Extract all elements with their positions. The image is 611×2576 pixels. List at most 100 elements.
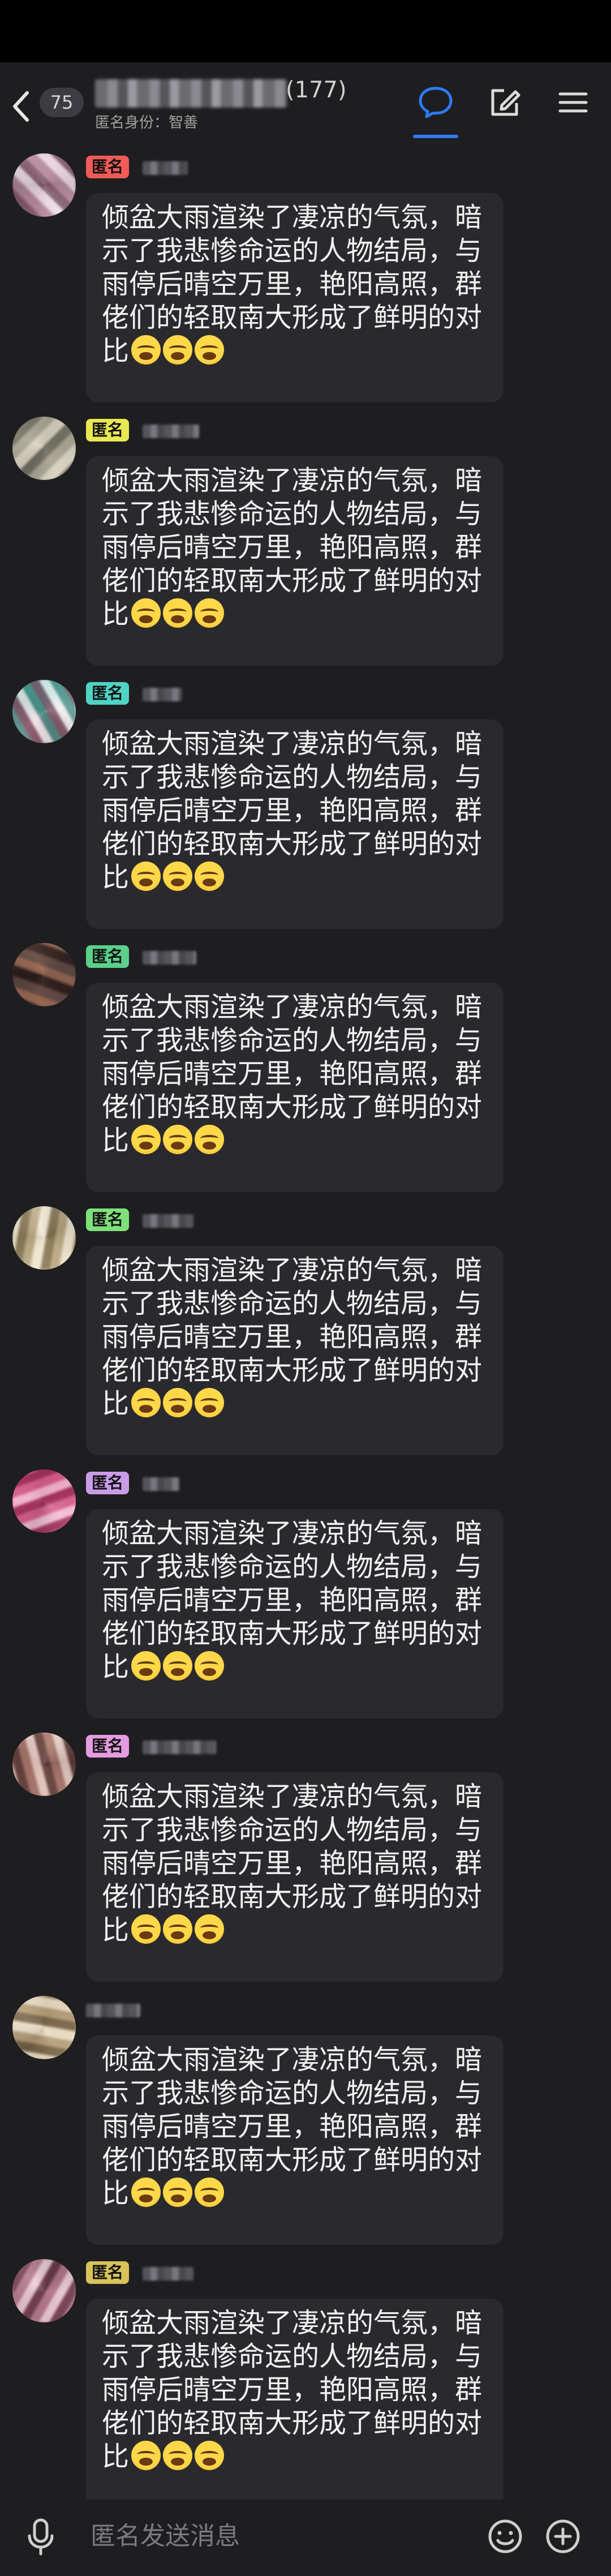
menu-icon xyxy=(558,92,588,113)
crying-face-emoji xyxy=(131,335,161,365)
avatar[interactable] xyxy=(12,1206,76,1270)
group-name xyxy=(95,79,287,108)
avatar[interactable] xyxy=(12,1733,76,1796)
crying-face-emoji xyxy=(163,2441,193,2470)
chat-tab[interactable] xyxy=(416,83,455,122)
anonymous-tag: 匿名 xyxy=(86,682,130,705)
input-bar: 匿名发送消息 xyxy=(0,2500,611,2576)
crying-face-emoji xyxy=(131,1388,161,1417)
crying-face-emoji xyxy=(195,861,225,891)
message-text: 倾盆大雨渲染了凄凉的气氛，暗示了我悲惨命运的人物结局，与雨停后晴空万里，艳阳高照… xyxy=(102,2044,483,2209)
nickname xyxy=(143,1477,179,1491)
crying-face-emoji xyxy=(195,2178,225,2207)
unread-count-badge[interactable]: 75 xyxy=(40,88,84,117)
crying-face-emoji xyxy=(131,1651,161,1681)
anonymous-tag: 匿名 xyxy=(86,1735,130,1758)
message-text: 倾盆大雨渲染了凄凉的气氛，暗示了我悲惨命运的人物结局，与雨停后晴空万里，艳阳高照… xyxy=(102,465,483,630)
emoji-icon xyxy=(488,2519,522,2553)
nickname xyxy=(143,951,196,965)
nickname xyxy=(143,1741,216,1754)
nickname xyxy=(143,161,188,175)
message-input[interactable]: 匿名发送消息 xyxy=(91,2515,464,2557)
emoji-button[interactable] xyxy=(485,2517,525,2556)
active-tab-indicator xyxy=(413,135,458,138)
anonymous-tag: 匿名 xyxy=(86,1208,130,1231)
crying-face-emoji xyxy=(131,2178,161,2207)
nickname xyxy=(143,425,199,438)
anonymous-tag: 匿名 xyxy=(86,2261,130,2284)
more-button[interactable] xyxy=(543,2517,583,2556)
microphone-icon xyxy=(28,2518,54,2556)
message-text: 倾盆大雨渲染了凄凉的气氛，暗示了我悲惨命运的人物结局，与雨停后晴空万里，艳阳高照… xyxy=(102,991,483,1156)
avatar[interactable] xyxy=(12,153,76,217)
avatar[interactable] xyxy=(12,680,76,743)
chevron-left-icon xyxy=(13,91,29,122)
message-bubble[interactable]: 倾盆大雨渲染了凄凉的气氛，暗示了我悲惨命运的人物结局，与雨停后晴空万里，艳阳高照… xyxy=(86,1772,504,1982)
message-text: 倾盆大雨渲染了凄凉的气氛，暗示了我悲惨命运的人物结局，与雨停后晴空万里，艳阳高照… xyxy=(102,728,483,893)
crying-face-emoji xyxy=(163,861,193,891)
message-bubble[interactable]: 倾盆大雨渲染了凄凉的气氛，暗示了我悲惨命运的人物结局，与雨停后晴空万里，艳阳高照… xyxy=(86,983,504,1192)
nickname xyxy=(143,2267,193,2281)
message-text: 倾盆大雨渲染了凄凉的气氛，暗示了我悲惨命运的人物结局，与雨停后晴空万里，艳阳高照… xyxy=(102,1254,483,1420)
crying-face-emoji xyxy=(195,335,225,365)
member-count: (177) xyxy=(286,77,347,103)
avatar[interactable] xyxy=(12,943,76,1006)
crying-face-emoji xyxy=(195,598,225,628)
message-bubble[interactable]: 倾盆大雨渲染了凄凉的气氛，暗示了我悲惨命运的人物结局，与雨停后晴空万里，艳阳高照… xyxy=(86,1246,504,1455)
chat-bubble-icon xyxy=(419,87,453,118)
anonymous-identity: 匿名身份：智善 xyxy=(95,114,199,131)
avatar[interactable] xyxy=(12,2259,76,2322)
message-bubble[interactable]: 倾盆大雨渲染了凄凉的气氛，暗示了我悲惨命运的人物结局，与雨停后晴空万里，艳阳高照… xyxy=(86,193,504,402)
status-bar xyxy=(0,0,611,62)
crying-face-emoji xyxy=(195,2441,225,2470)
plus-icon xyxy=(546,2519,580,2553)
message-bubble[interactable]: 倾盆大雨渲染了凄凉的气氛，暗示了我悲惨命运的人物结局，与雨停后晴空万里，艳阳高照… xyxy=(86,1509,504,1718)
crying-face-emoji xyxy=(163,2178,193,2207)
crying-face-emoji xyxy=(163,598,193,628)
avatar[interactable] xyxy=(12,1996,76,2059)
crying-face-emoji xyxy=(131,1914,161,1944)
crying-face-emoji xyxy=(195,1651,225,1681)
chat-header: 75 (177) 匿名身份：智善 xyxy=(0,62,611,146)
crying-face-emoji xyxy=(163,1388,193,1417)
nickname xyxy=(143,688,182,701)
crying-face-emoji xyxy=(163,1914,193,1944)
message-text: 倾盆大雨渲染了凄凉的气氛，暗示了我悲惨命运的人物结局，与雨停后晴空万里，艳阳高照… xyxy=(102,2307,483,2472)
message-text: 倾盆大雨渲染了凄凉的气氛，暗示了我悲惨命运的人物结局，与雨停后晴空万里，艳阳高照… xyxy=(102,1518,483,1683)
message-text: 倾盆大雨渲染了凄凉的气氛，暗示了我悲惨命运的人物结局，与雨停后晴空万里，艳阳高照… xyxy=(102,1781,483,1946)
message-bubble[interactable]: 倾盆大雨渲染了凄凉的气氛，暗示了我悲惨命运的人物结局，与雨停后晴空万里，艳阳高照… xyxy=(86,456,504,666)
crying-face-emoji xyxy=(195,1125,225,1154)
message-text: 倾盆大雨渲染了凄凉的气氛，暗示了我悲惨命运的人物结局，与雨停后晴空万里，艳阳高照… xyxy=(102,202,483,367)
chat-message: 匿名 倾盆大雨渲染了凄凉的气氛，暗示了我悲惨命运的人物结局，与雨停后晴空万里，艳… xyxy=(0,1729,611,1992)
message-bubble[interactable]: 倾盆大雨渲染了凄凉的气氛，暗示了我悲惨命运的人物结局，与雨停后晴空万里，艳阳高照… xyxy=(86,2299,504,2508)
crying-face-emoji xyxy=(131,861,161,891)
crying-face-emoji xyxy=(195,1914,225,1944)
crying-face-emoji xyxy=(131,2441,161,2470)
edit-button[interactable] xyxy=(485,83,524,122)
avatar[interactable] xyxy=(12,1469,76,1533)
chat-message: 匿名 倾盆大雨渲染了凄凉的气氛，暗示了我悲惨命运的人物结局，与雨停后晴空万里，艳… xyxy=(0,413,611,676)
nickname xyxy=(143,1214,193,1228)
anonymous-tag: 匿名 xyxy=(86,945,130,968)
nickname xyxy=(86,2004,140,2017)
message-bubble[interactable]: 倾盆大雨渲染了凄凉的气氛，暗示了我悲惨命运的人物结局，与雨停后晴空万里，艳阳高照… xyxy=(86,2035,504,2245)
crying-face-emoji xyxy=(163,335,193,365)
chat-message: 匿名 倾盆大雨渲染了凄凉的气氛，暗示了我悲惨命运的人物结局，与雨停后晴空万里，艳… xyxy=(0,676,611,940)
voice-button[interactable] xyxy=(24,2517,58,2556)
anonymous-tag: 匿名 xyxy=(86,156,130,178)
chat-message: 匿名 倾盆大雨渲染了凄凉的气氛，暗示了我悲惨命运的人物结局，与雨停后晴空万里，艳… xyxy=(0,940,611,1203)
message-bubble[interactable]: 倾盆大雨渲染了凄凉的气氛，暗示了我悲惨命运的人物结局，与雨停后晴空万里，艳阳高照… xyxy=(86,719,504,929)
crying-face-emoji xyxy=(131,598,161,628)
chat-message: 匿名 倾盆大雨渲染了凄凉的气氛，暗示了我悲惨命运的人物结局，与雨停后晴空万里，艳… xyxy=(0,150,611,413)
crying-face-emoji xyxy=(163,1125,193,1154)
crying-face-emoji xyxy=(163,1651,193,1681)
anonymous-tag: 匿名 xyxy=(86,419,130,442)
menu-button[interactable] xyxy=(553,83,593,122)
chat-message: 匿名 倾盆大雨渲染了凄凉的气氛，暗示了我悲惨命运的人物结局，与雨停后晴空万里，艳… xyxy=(0,2256,611,2508)
chat-message: 匿名 倾盆大雨渲染了凄凉的气氛，暗示了我悲惨命运的人物结局，与雨停后晴空万里，艳… xyxy=(0,1466,611,1729)
avatar[interactable] xyxy=(12,417,76,480)
anonymous-tag: 匿名 xyxy=(86,1472,130,1494)
back-button[interactable] xyxy=(10,85,44,125)
crying-face-emoji xyxy=(131,1125,161,1154)
edit-icon xyxy=(491,89,520,116)
